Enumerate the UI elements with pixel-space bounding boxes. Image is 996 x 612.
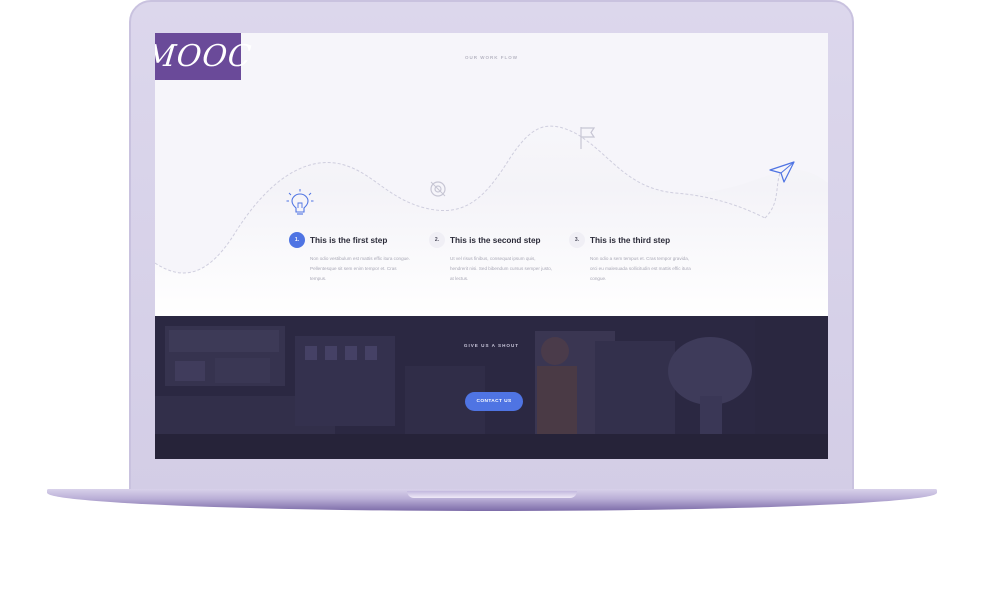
step-title-3: This is the third step xyxy=(590,235,671,245)
flag-icon xyxy=(580,127,596,149)
workflow-step-1: 1. This is the first step Non odio vesti… xyxy=(289,231,419,284)
step-number-3: 3. xyxy=(569,232,585,248)
cta-kicker: GIVE US A SHOUT xyxy=(463,343,520,348)
contact-band: GIVE US A SHOUT CONTACT US xyxy=(155,316,828,459)
website-screen: MOOC OUR WORK FLOW 1. This is the first … xyxy=(155,33,828,459)
workflow-step-2: 2. This is the second step Ut vel risus … xyxy=(429,231,559,284)
step-number-2: 2. xyxy=(429,232,445,248)
contact-us-button[interactable]: CONTACT US xyxy=(465,392,523,411)
step-title-1: This is the first step xyxy=(310,235,388,245)
step-body-2: Ut vel risus finibus, consequat ipsum qu… xyxy=(450,256,553,281)
step-body-1: Non odio vestibulum est mattis effic itu… xyxy=(310,256,411,281)
lightbulb-icon xyxy=(286,189,314,215)
section-kicker: OUR WORK FLOW xyxy=(465,55,518,60)
step-body-3: Non odio a sem tempus et. Cras tempor gr… xyxy=(590,256,691,281)
workflow-step-3: 3. This is the third step Non odio a sem… xyxy=(569,231,699,284)
workflow-section: MOOC OUR WORK FLOW 1. This is the first … xyxy=(155,33,828,316)
paper-plane-icon xyxy=(769,161,795,183)
target-icon xyxy=(430,181,446,197)
step-title-2: This is the second step xyxy=(450,235,541,245)
street-background-image xyxy=(155,316,828,459)
step-number-1: 1. xyxy=(289,232,305,248)
laptop-notch xyxy=(407,491,577,498)
